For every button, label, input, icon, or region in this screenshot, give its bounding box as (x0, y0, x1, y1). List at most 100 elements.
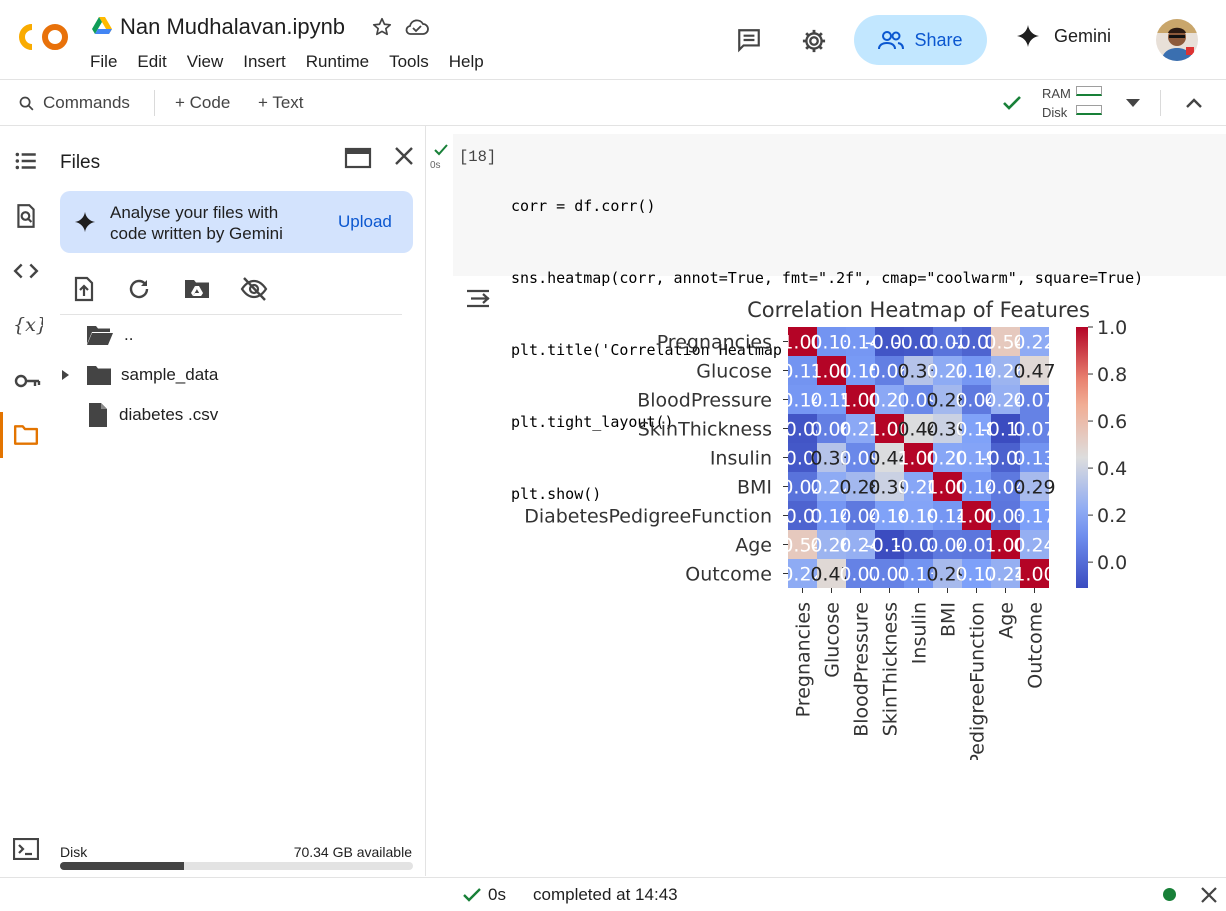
menu-runtime[interactable]: Runtime (306, 52, 369, 72)
gemini-label: Gemini (1054, 25, 1112, 46)
user-avatar[interactable] (1156, 19, 1198, 61)
heatmap-cell-label: 0.29 (1013, 477, 1055, 499)
search-icon (19, 96, 34, 110)
disk-available-text: 70.34 GB available (293, 844, 412, 860)
chart-title: Correlation Heatmap of Features (747, 298, 1090, 322)
status-elapsed-time: 0s (488, 885, 506, 904)
disk-label: Disk (1042, 105, 1068, 120)
colorbar-tick-label: 0.4 (1097, 458, 1127, 480)
caret-right-icon[interactable] (58, 368, 72, 382)
folder-icon (87, 366, 111, 385)
code-cell[interactable]: [18] corr = df.corr() sns.heatmap(corr, … (453, 134, 1226, 503)
people-icon (878, 31, 905, 50)
close-panel-icon[interactable] (393, 145, 415, 172)
refresh-icon[interactable] (127, 277, 151, 306)
menu-bar: File Edit View Insert Runtime Tools Help (90, 52, 504, 72)
svg-text:{x}: {x} (13, 314, 43, 336)
status-check-icon (462, 885, 482, 910)
gemini-button[interactable]: Gemini (1016, 24, 1111, 48)
gemini-upload-button[interactable]: Upload (338, 212, 392, 232)
file-row-parent[interactable]: .. (86, 318, 133, 352)
colorbar-tick-label: 0.6 (1097, 411, 1127, 433)
share-button[interactable]: Share (854, 15, 987, 65)
gemini-sparkle-icon (74, 211, 96, 238)
mount-drive-icon[interactable] (184, 277, 210, 306)
star-icon[interactable] (371, 16, 393, 43)
menu-view[interactable]: View (187, 52, 224, 72)
menu-edit[interactable]: Edit (137, 52, 166, 72)
status-close-icon[interactable] (1199, 885, 1219, 910)
files-folder-icon[interactable] (13, 423, 39, 449)
cloud-saved-icon[interactable] (404, 16, 430, 43)
runtime-connected-check-icon (1000, 91, 1024, 120)
y-tick-label: Insulin (710, 448, 772, 470)
add-code-cell-button[interactable]: + Code (175, 93, 230, 113)
colorbar-tick-label: 0.2 (1097, 505, 1127, 527)
colorbar-tick-label: 1.0 (1097, 317, 1127, 339)
file-name: .. (124, 325, 134, 344)
file-row-sample-data[interactable]: sample_data (58, 358, 218, 392)
menu-tools[interactable]: Tools (389, 52, 429, 72)
x-tick-label: Glucose (822, 602, 844, 678)
file-row-diabetes-csv[interactable]: diabetes .csv (88, 398, 218, 432)
y-tick-label: BMI (737, 477, 772, 499)
table-of-contents-icon[interactable] (13, 148, 39, 174)
app-header: Nan Mudhalavan.ipynb File Edit View Inse… (0, 0, 1226, 80)
y-tick-label: Age (735, 535, 772, 557)
hide-hidden-files-icon[interactable] (240, 276, 268, 307)
files-panel: Files Analyse your files with code writt… (50, 126, 426, 876)
status-bar: 0s completed at 14:43 (0, 877, 1226, 911)
x-tick-label: DiabetesPedigreeFunction (967, 602, 989, 760)
toolbar-divider (1160, 90, 1161, 116)
share-label: Share (914, 29, 963, 50)
colorbar (1076, 327, 1088, 588)
heatmap-cell-label: 1.00 (1013, 564, 1055, 586)
output-actions-icon[interactable] (465, 286, 493, 317)
colorbar-tick-label: 0.0 (1097, 552, 1127, 574)
runtime-dropdown-icon[interactable] (1124, 96, 1142, 115)
y-tick-label: Glucose (696, 361, 772, 383)
notebook-toolbar: Commands + Code + Text RAM Disk (0, 80, 1226, 126)
notebook-title[interactable]: Nan Mudhalavan.ipynb (120, 14, 345, 40)
code-text: sns.heatmap(corr, annot=True, fmt=".2f",… (511, 269, 1144, 287)
y-tick-label: Outcome (685, 564, 772, 586)
commands-button[interactable]: Commands (18, 93, 130, 113)
heatmap-cell-label: 0.47 (1013, 361, 1055, 383)
secrets-key-icon[interactable] (13, 368, 41, 394)
colorbar-tick-label: 0.8 (1097, 364, 1127, 386)
google-drive-icon[interactable] (92, 17, 112, 40)
status-message[interactable]: completed at 14:43 (533, 885, 678, 905)
heatmap-cell-label: 0.13 (1013, 448, 1055, 470)
upload-file-icon[interactable] (72, 276, 96, 307)
menu-file[interactable]: File (90, 52, 117, 72)
variables-icon[interactable]: {x} (13, 312, 48, 338)
chevron-up-icon[interactable] (1184, 94, 1204, 117)
disk-usage-fill (60, 862, 184, 870)
y-tick-label: SkinThickness (638, 419, 772, 441)
code-line: corr = df.corr() (511, 194, 1143, 218)
menu-help[interactable]: Help (449, 52, 484, 72)
file-name: diabetes .csv (119, 405, 219, 424)
heatmap-cell-label: 0.17 (1013, 506, 1055, 528)
code-snippets-icon[interactable] (13, 258, 39, 284)
correlation-heatmap: Correlation Heatmap of Features 1.00 0.13 0… (524, 298, 1127, 760)
active-rail-indicator (0, 412, 3, 458)
open-in-tab-icon[interactable] (344, 146, 372, 175)
find-replace-icon[interactable] (13, 203, 39, 229)
x-tick-label: Insulin (909, 602, 931, 664)
x-tick-label: BloodPressure (851, 602, 873, 737)
menu-insert[interactable]: Insert (243, 52, 286, 72)
colab-logo[interactable] (18, 22, 70, 52)
resource-monitor[interactable]: RAM Disk (1042, 84, 1071, 122)
x-tick-label: SkinThickness (880, 602, 902, 736)
file-name: sample_data (121, 365, 219, 384)
heatmap-cell-label: 0.24 (1013, 535, 1055, 557)
files-divider (60, 314, 402, 315)
status-connected-dot (1163, 888, 1176, 901)
x-tick-label: Age (996, 602, 1018, 639)
add-text-cell-button[interactable]: + Text (258, 93, 304, 113)
code-text: corr = df.corr() (511, 197, 656, 215)
terminal-icon[interactable] (12, 837, 40, 865)
comments-icon[interactable] (736, 27, 762, 58)
settings-gear-icon[interactable] (800, 27, 828, 60)
